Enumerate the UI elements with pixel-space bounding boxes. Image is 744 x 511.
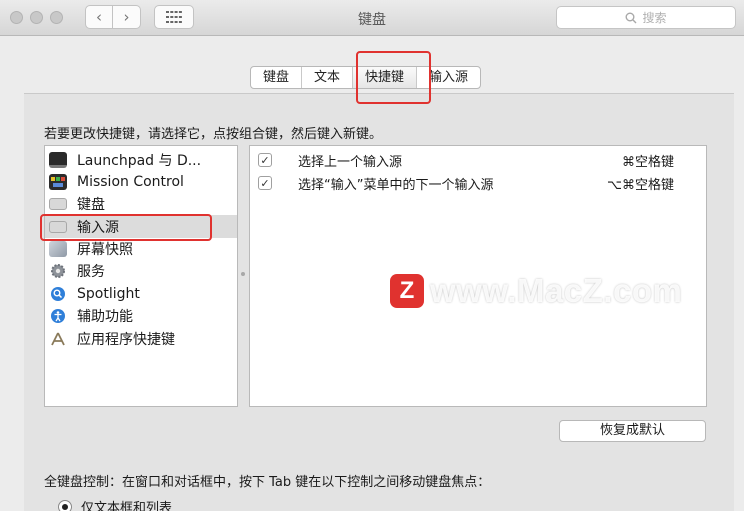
mission-control-icon <box>49 173 67 190</box>
category-list[interactable]: Launchpad 与 D... Mission Control 键盘 输入源 … <box>44 145 238 407</box>
watermark: Z www.MacZ.com <box>390 272 682 310</box>
spotlight-icon <box>49 286 67 302</box>
category-label: 键盘 <box>77 196 105 213</box>
category-label: 屏幕快照 <box>77 241 133 258</box>
category-label: 应用程序快捷键 <box>77 331 175 348</box>
watermark-logo: Z <box>390 274 424 308</box>
shortcut-checkbox[interactable]: ✓ <box>258 176 272 190</box>
screenshot-icon <box>49 240 67 257</box>
search-field[interactable]: 搜索 <box>556 6 736 29</box>
services-gear-icon <box>49 263 67 279</box>
instruction-text: 若要更改快捷键，请选择它，点按组合键，然后键入新键。 <box>44 127 383 142</box>
watermark-text: www.MacZ.com <box>430 272 683 309</box>
accessibility-icon <box>49 308 67 324</box>
launchpad-dock-icon <box>49 151 67 168</box>
shortcut-key[interactable]: ⌥⌘空格键 <box>607 174 674 193</box>
category-item-mission-control[interactable]: Mission Control <box>45 170 237 193</box>
shortcut-checkbox[interactable]: ✓ <box>258 153 272 167</box>
category-label: 服务 <box>77 263 105 280</box>
restore-defaults-button[interactable]: 恢复成默认 <box>559 420 706 442</box>
search-placeholder: 搜索 <box>642 11 667 25</box>
shortcut-row[interactable]: ✓ 选择上一个输入源 ⌘空格键 <box>250 149 706 171</box>
shortcut-label: 选择“输入”菜单中的下一个输入源 <box>298 177 494 193</box>
category-item-spotlight[interactable]: Spotlight <box>45 282 237 305</box>
category-label: Spotlight <box>77 285 140 302</box>
split-view-handle[interactable] <box>241 272 245 276</box>
category-item-app-shortcuts[interactable]: 应用程序快捷键 <box>45 327 237 350</box>
search-icon <box>625 12 637 23</box>
checkmark-icon: ✓ <box>260 153 270 167</box>
radio-button[interactable] <box>58 499 72 511</box>
radio-label: 仅文本框和列表 <box>81 501 173 511</box>
category-item-accessibility[interactable]: 辅助功能 <box>45 304 237 327</box>
category-label: Mission Control <box>77 173 184 190</box>
category-label: Launchpad 与 D... <box>77 152 202 169</box>
shortcut-label: 选择上一个输入源 <box>298 154 403 170</box>
category-label: 辅助功能 <box>77 308 133 325</box>
input-sources-item-highlight <box>40 214 212 241</box>
window-titlebar: ‹ › 键盘 搜索 <box>0 0 744 36</box>
radio-text-boxes-and-lists[interactable]: 仅文本框和列表 <box>58 497 172 511</box>
tab-keyboard[interactable]: 键盘 <box>251 67 303 88</box>
category-item-services[interactable]: 服务 <box>45 259 237 282</box>
shortcut-row[interactable]: ✓ 选择“输入”菜单中的下一个输入源 ⌥⌘空格键 <box>250 172 706 194</box>
tab-text[interactable]: 文本 <box>302 67 354 88</box>
shortcut-key[interactable]: ⌘空格键 <box>622 151 674 170</box>
app-shortcuts-icon <box>49 331 67 347</box>
full-keyboard-access-label: 全键盘控制：在窗口和对话框中，按下 Tab 键在以下控制之间移动键盘焦点： <box>44 475 491 490</box>
category-item-launchpad[interactable]: Launchpad 与 D... <box>45 148 237 171</box>
category-item-keyboard[interactable]: 键盘 <box>45 192 237 215</box>
keyboard-icon <box>49 197 67 210</box>
checkmark-icon: ✓ <box>260 176 270 190</box>
shortcuts-tab-highlight <box>356 51 431 104</box>
